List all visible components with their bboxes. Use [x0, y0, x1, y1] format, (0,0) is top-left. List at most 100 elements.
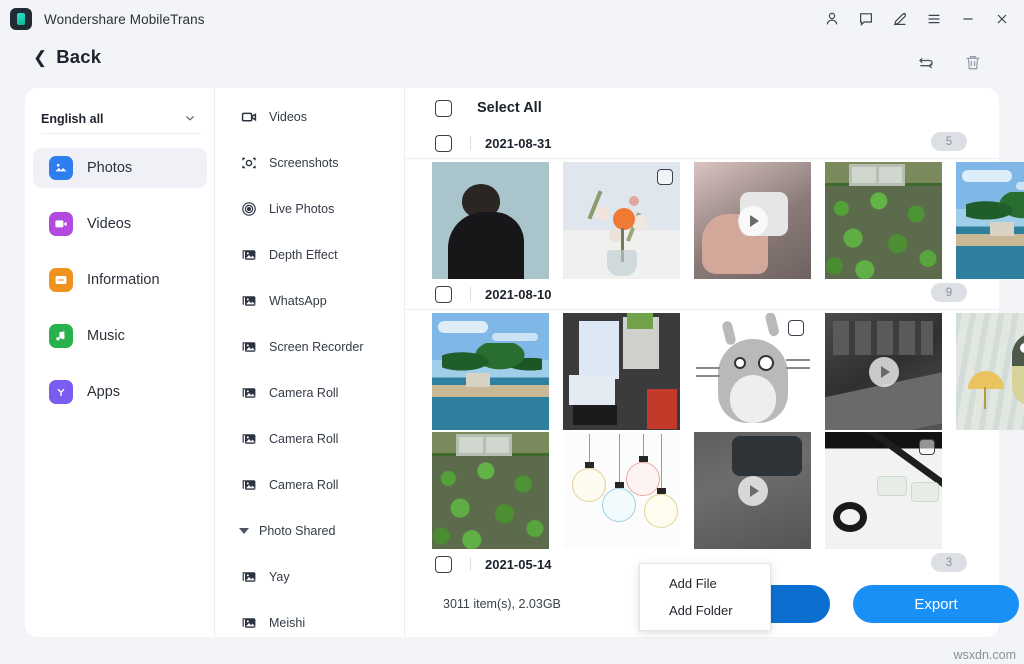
photo-thumbnail[interactable] [563, 162, 680, 279]
date-group-label: 2021-08-10 [485, 287, 552, 302]
category-group-photo-shared[interactable]: Photo Shared [215, 516, 405, 546]
photo-thumbnail[interactable] [432, 432, 549, 549]
close-icon[interactable] [986, 4, 1018, 34]
play-icon[interactable] [738, 476, 768, 506]
date-group-header: 2021-08-315 [405, 128, 999, 159]
thumbnail-checkbox[interactable] [788, 320, 804, 336]
photo-thumbnail[interactable] [694, 432, 811, 549]
select-all-row[interactable]: Select All [405, 88, 999, 128]
category-item[interactable]: Screen Recorder [215, 332, 405, 362]
sidebar: English all Photos Videos Information Music… [25, 88, 215, 637]
category-item[interactable]: Live Photos [215, 194, 405, 224]
sidebar-item-label: Music [87, 328, 125, 344]
category-item-label: Depth Effect [269, 248, 338, 262]
video-camera-icon [241, 109, 257, 125]
photo-thumbnail[interactable] [432, 313, 549, 430]
photo-stack-icon [241, 477, 257, 493]
photo-stack-icon [241, 431, 257, 447]
sidebar-item-apps[interactable]: Apps [33, 372, 207, 412]
thumbnail-row [405, 432, 942, 549]
photo-thumbnail[interactable] [432, 162, 549, 279]
thumbnail-checkbox[interactable] [657, 169, 673, 185]
category-item[interactable]: Camera Roll [215, 470, 405, 500]
select-all-checkbox[interactable] [435, 100, 452, 117]
export-button[interactable]: Export [853, 585, 1019, 623]
sync-icon[interactable] [915, 52, 937, 74]
date-group-count: 9 [931, 283, 967, 302]
category-item[interactable]: WhatsApp [215, 286, 405, 316]
feedback-icon[interactable] [850, 4, 882, 34]
play-icon[interactable] [738, 206, 768, 236]
category-item[interactable]: Videos [215, 102, 405, 132]
photo-thumbnail[interactable] [563, 313, 680, 430]
thumbnail-row [405, 313, 1024, 430]
category-group-label: Photo Shared [259, 524, 335, 538]
application-window: Wondershare MobileTrans [0, 0, 1024, 664]
photo-thumbnail[interactable] [563, 432, 680, 549]
menu-icon[interactable] [918, 4, 950, 34]
select-all-label: Select All [477, 100, 542, 116]
divider [470, 287, 471, 301]
date-group-checkbox[interactable] [435, 556, 452, 573]
play-icon[interactable] [869, 357, 899, 387]
context-menu: Add FileAdd Folder [639, 563, 771, 631]
photo-thumbnail[interactable] [694, 313, 811, 430]
watermark: wsxdn.com [953, 648, 1016, 662]
music-icon [49, 324, 73, 348]
header-bar: ❮ Back [0, 38, 1024, 88]
category-items: Videos Screenshots Live Photos Depth Effect… [215, 88, 405, 637]
photos-icon [49, 156, 73, 180]
category-item[interactable]: Camera Roll [215, 424, 405, 454]
photo-thumbnail[interactable] [956, 162, 1024, 279]
category-item[interactable]: Yay [215, 562, 405, 592]
sidebar-item-label: Photos [87, 160, 132, 176]
photo-thumbnail[interactable] [825, 162, 942, 279]
category-item[interactable]: Camera Roll [215, 378, 405, 408]
thumbnail-row [405, 162, 1024, 279]
date-group-checkbox[interactable] [435, 286, 452, 303]
photo-thumbnail[interactable] [825, 313, 942, 430]
minimize-icon[interactable] [952, 4, 984, 34]
apps-icon [49, 380, 73, 404]
photo-stack-icon [241, 247, 257, 263]
live-photo-icon [241, 201, 257, 217]
sidebar-item-label: Apps [87, 384, 120, 400]
category-item[interactable]: Screenshots [215, 148, 405, 178]
trash-icon[interactable] [962, 52, 984, 74]
date-group-label: 2021-05-14 [485, 557, 552, 572]
title-bar: Wondershare MobileTrans [0, 0, 1024, 38]
sidebar-item-photos[interactable]: Photos [33, 148, 207, 188]
edit-icon[interactable] [884, 4, 916, 34]
divider [470, 136, 471, 150]
chevron-down-icon [183, 111, 197, 130]
account-icon[interactable] [816, 4, 848, 34]
category-item-label: Camera Roll [269, 386, 338, 400]
photo-thumbnail[interactable] [694, 162, 811, 279]
photo-stack-icon [241, 385, 257, 401]
category-item[interactable]: Meishi [215, 608, 405, 637]
videos-icon [49, 212, 73, 236]
date-group-count: 3 [931, 553, 967, 572]
sidebar-item-videos[interactable]: Videos [33, 204, 207, 244]
category-item-label: Videos [269, 110, 307, 124]
date-group-header: 2021-08-10 9 [405, 279, 999, 310]
category-item-label: Camera Roll [269, 478, 338, 492]
date-group-count: 5 [931, 132, 967, 151]
date-group-checkbox[interactable] [435, 135, 452, 152]
category-item-label: Screenshots [269, 156, 338, 170]
category-item-label: Meishi [269, 616, 305, 630]
back-button[interactable]: ❮ Back [33, 46, 101, 68]
photo-thumbnail[interactable] [825, 432, 942, 549]
category-item-label: Screen Recorder [269, 340, 364, 354]
context-menu-item[interactable]: Add Folder [640, 597, 770, 624]
language-select[interactable]: English all [41, 104, 201, 134]
app-title: Wondershare MobileTrans [44, 12, 205, 27]
thumbnail-checkbox[interactable] [919, 439, 935, 455]
photo-thumbnail[interactable] [956, 313, 1024, 430]
sidebar-item-music[interactable]: Music [33, 316, 207, 356]
photo-stack-icon [241, 615, 257, 631]
sidebar-item-information[interactable]: Information [33, 260, 207, 300]
app-logo-icon [10, 8, 32, 30]
context-menu-item[interactable]: Add File [640, 570, 770, 597]
category-item[interactable]: Depth Effect [215, 240, 405, 270]
